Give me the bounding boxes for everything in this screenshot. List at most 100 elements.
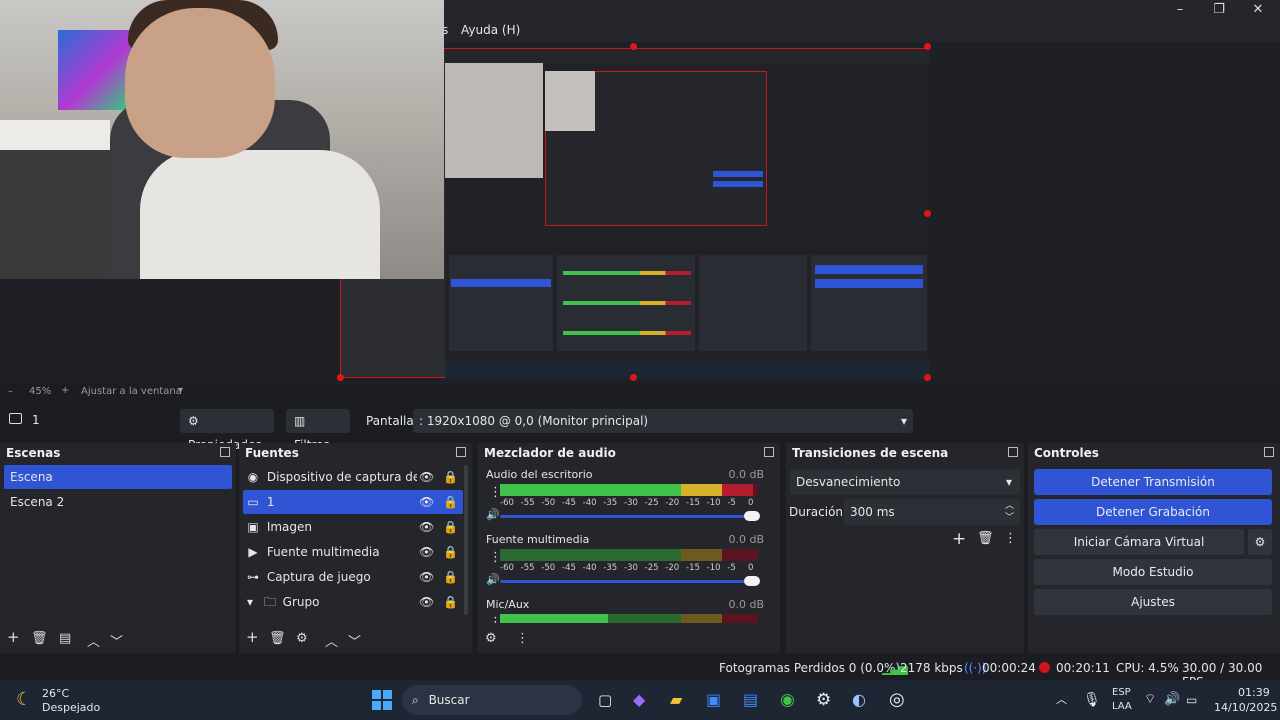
lock-icon[interactable]: 🔒 bbox=[443, 465, 458, 489]
zoom-out-button[interactable]: – bbox=[8, 386, 13, 397]
copilot-icon[interactable]: ◆ bbox=[633, 680, 645, 720]
language-bottom[interactable]: LAA bbox=[1112, 701, 1132, 712]
volume-slider[interactable] bbox=[500, 511, 760, 521]
source-item[interactable]: ▭ 1 👁 🔒 bbox=[243, 490, 463, 514]
speaker-icon[interactable]: 🔊 bbox=[486, 573, 500, 586]
filter-icon[interactable]: ▤ bbox=[59, 631, 71, 646]
duration-input[interactable]: 300 ms ︿ ﹀ bbox=[844, 499, 1020, 525]
filters-button[interactable]: ▥ Filtros bbox=[286, 409, 350, 452]
menu-dots-icon[interactable]: ⋮ bbox=[1004, 531, 1017, 546]
clock-date[interactable]: 14/10/2025 bbox=[1214, 701, 1277, 714]
gear-icon[interactable]: ⚙ bbox=[485, 631, 497, 646]
store-icon[interactable]: ▣ bbox=[706, 680, 721, 720]
lock-icon[interactable]: 🔒 bbox=[443, 590, 458, 614]
lock-icon[interactable]: 🔒 bbox=[443, 540, 458, 564]
trash-icon[interactable]: 🗑 bbox=[31, 631, 48, 646]
status-bar: Fotogramas Perdidos 0 (0.0%) ▁▃▅ 2178 kb… bbox=[0, 657, 1280, 689]
minimize-icon[interactable]: – bbox=[1161, 0, 1199, 20]
settings-app-icon[interactable]: ⚙ bbox=[816, 680, 831, 720]
volume-slider-knob[interactable] bbox=[744, 576, 760, 586]
settings-button[interactable]: Ajustes bbox=[1034, 589, 1272, 615]
undock-icon[interactable] bbox=[456, 447, 466, 457]
weather-temp[interactable]: 26°C bbox=[42, 687, 69, 700]
add-icon[interactable]: + bbox=[952, 529, 966, 549]
resize-handle[interactable] bbox=[924, 43, 931, 50]
volume-slider-knob[interactable] bbox=[744, 511, 760, 521]
meter-zone bbox=[680, 549, 722, 561]
microphone-icon[interactable]: 🎙 bbox=[1083, 680, 1101, 720]
task-view-icon[interactable]: ▢ bbox=[598, 680, 612, 720]
undock-icon[interactable] bbox=[1008, 447, 1018, 457]
language-top[interactable]: ESP bbox=[1112, 687, 1131, 698]
lock-icon[interactable]: 🔒 bbox=[443, 490, 458, 514]
studio-mode-button[interactable]: Modo Estudio bbox=[1034, 559, 1272, 585]
properties-button[interactable]: ⚙ Propiedades bbox=[180, 409, 274, 452]
volume-slider[interactable] bbox=[500, 576, 760, 586]
file-explorer-icon[interactable]: ▰ bbox=[670, 680, 682, 720]
chevron-up-icon[interactable]: ︿ bbox=[1056, 680, 1067, 720]
source-item[interactable]: ▣ Imagen 👁 🔒 bbox=[243, 515, 463, 539]
taskbar-search[interactable]: ⌕ Buscar bbox=[402, 685, 582, 715]
undock-icon[interactable] bbox=[220, 447, 230, 457]
zoom-in-button[interactable]: + bbox=[61, 385, 69, 396]
trash-icon[interactable]: 🗑 bbox=[269, 631, 286, 646]
eye-icon[interactable]: 👁 bbox=[419, 565, 434, 589]
fit-window-label[interactable]: Ajustar a la ventana bbox=[81, 386, 182, 397]
speaker-icon[interactable]: 🔊 bbox=[486, 508, 500, 521]
eye-icon[interactable]: 👁 bbox=[419, 590, 434, 614]
trash-icon[interactable]: 🗑 bbox=[977, 531, 994, 546]
display-select[interactable]: : 1920x1080 @ 0,0 (Monitor principal) ▾ bbox=[413, 409, 913, 433]
source-item[interactable]: ⊶ Captura de juego 👁 🔒 bbox=[243, 565, 463, 589]
windows-start-icon[interactable] bbox=[372, 690, 392, 710]
virtual-camera-button[interactable]: Iniciar Cámara Virtual bbox=[1034, 529, 1244, 555]
add-icon[interactable]: + bbox=[246, 628, 259, 646]
eye-icon[interactable]: 👁 bbox=[419, 465, 434, 489]
lock-icon[interactable]: 🔒 bbox=[443, 515, 458, 539]
volume-icon[interactable]: 🔊 bbox=[1164, 680, 1180, 720]
eye-icon[interactable]: 👁 bbox=[419, 515, 434, 539]
chevron-down-icon[interactable]: ﹀ bbox=[110, 631, 123, 650]
chevron-down-icon[interactable]: ▾ bbox=[243, 590, 257, 614]
transition-select[interactable]: Desvanecimiento ▾ bbox=[790, 469, 1020, 495]
chevron-down-icon[interactable]: ﹀ bbox=[348, 631, 361, 650]
spin-down-icon[interactable]: ﹀ bbox=[1005, 505, 1014, 531]
taskbar-search-label: Buscar bbox=[428, 693, 470, 707]
battery-icon[interactable]: ▭ bbox=[1186, 680, 1197, 720]
wifi-icon[interactable]: ⌔ bbox=[1144, 680, 1156, 720]
gear-icon[interactable]: ⚙ bbox=[296, 631, 308, 646]
add-icon[interactable]: + bbox=[7, 628, 20, 646]
resize-handle[interactable] bbox=[630, 43, 637, 50]
steam-icon[interactable]: ◐ bbox=[852, 680, 866, 720]
chevron-up-icon[interactable]: ︿ bbox=[87, 631, 100, 650]
clock-time[interactable]: 01:39 bbox=[1238, 686, 1270, 699]
resize-handle[interactable] bbox=[924, 374, 931, 381]
resize-handle[interactable] bbox=[924, 210, 931, 217]
scene-item[interactable]: Escena 2 bbox=[4, 490, 232, 514]
scrollbar[interactable] bbox=[464, 465, 468, 615]
chevron-down-icon[interactable]: ▾ bbox=[178, 385, 183, 396]
stop-recording-button[interactable]: Detener Grabación bbox=[1034, 499, 1272, 525]
sources-title: Fuentes bbox=[245, 446, 299, 460]
source-item[interactable]: ▶ Fuente multimedia 👁 🔒 bbox=[243, 540, 463, 564]
maximize-icon[interactable]: ❐ bbox=[1200, 0, 1238, 20]
chrome-icon[interactable]: ◉ bbox=[780, 680, 795, 720]
source-item[interactable]: ◉ Dispositivo de captura de vide 👁 🔒 bbox=[243, 465, 463, 489]
resize-handle[interactable] bbox=[630, 374, 637, 381]
gear-icon[interactable]: ⚙ bbox=[1248, 529, 1272, 555]
weather-icon[interactable]: ☾ bbox=[16, 680, 32, 720]
resize-handle[interactable] bbox=[337, 374, 344, 381]
close-icon[interactable]: ✕ bbox=[1239, 0, 1277, 20]
menu-dots-icon[interactable]: ⋮ bbox=[516, 631, 529, 646]
chevron-up-icon[interactable]: ︿ bbox=[325, 631, 338, 650]
undock-icon[interactable] bbox=[1264, 447, 1274, 457]
stop-stream-button[interactable]: Detener Transmisión bbox=[1034, 469, 1272, 495]
eye-icon[interactable]: 👁 bbox=[419, 540, 434, 564]
scene-item[interactable]: Escena bbox=[4, 465, 232, 489]
obs-icon[interactable]: ◎ bbox=[889, 680, 905, 720]
lock-icon[interactable]: 🔒 bbox=[443, 565, 458, 589]
source-item[interactable]: ▾ 🗀 Grupo 👁 🔒 bbox=[243, 590, 463, 614]
weather-desc[interactable]: Despejado bbox=[42, 701, 100, 714]
notes-icon[interactable]: ▤ bbox=[743, 680, 758, 720]
menu-item-help[interactable]: Ayuda (H) bbox=[461, 23, 520, 37]
eye-icon[interactable]: 👁 bbox=[419, 490, 434, 514]
